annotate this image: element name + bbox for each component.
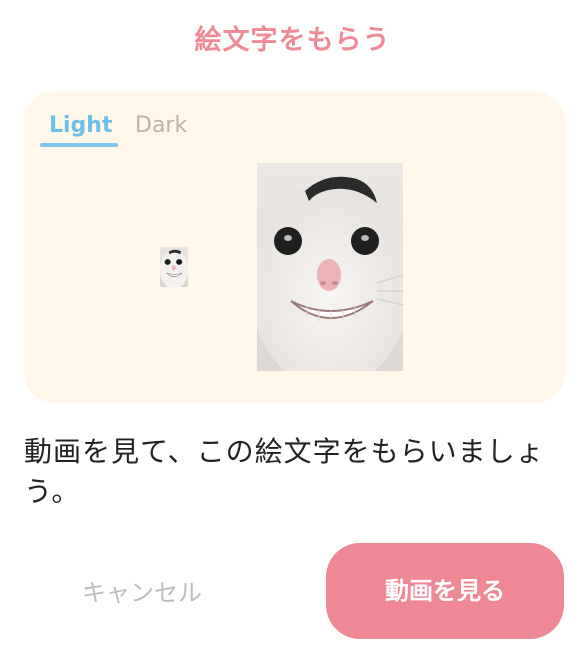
cancel-button[interactable]: キャンセル [42, 568, 242, 618]
tab-light[interactable]: Light [49, 113, 113, 138]
instruction-message: 動画を見て、この絵文字をもらいましょう。 [24, 435, 545, 508]
tab-selected-indicator [40, 143, 118, 147]
dialog-title: 絵文字をもらう [194, 25, 391, 56]
emoji-preview-small [160, 247, 188, 287]
emoji-preview-large [257, 163, 403, 371]
tab-dark[interactable]: Dark [135, 113, 187, 138]
watch-video-button[interactable]: 動画を見る [326, 543, 564, 639]
emoji-preview-card: Light Dark [24, 91, 565, 403]
emoji-reward-dialog: 絵文字をもらう Light Dark 動画を見て、この絵文字をもらいましょう。 … [0, 0, 585, 652]
